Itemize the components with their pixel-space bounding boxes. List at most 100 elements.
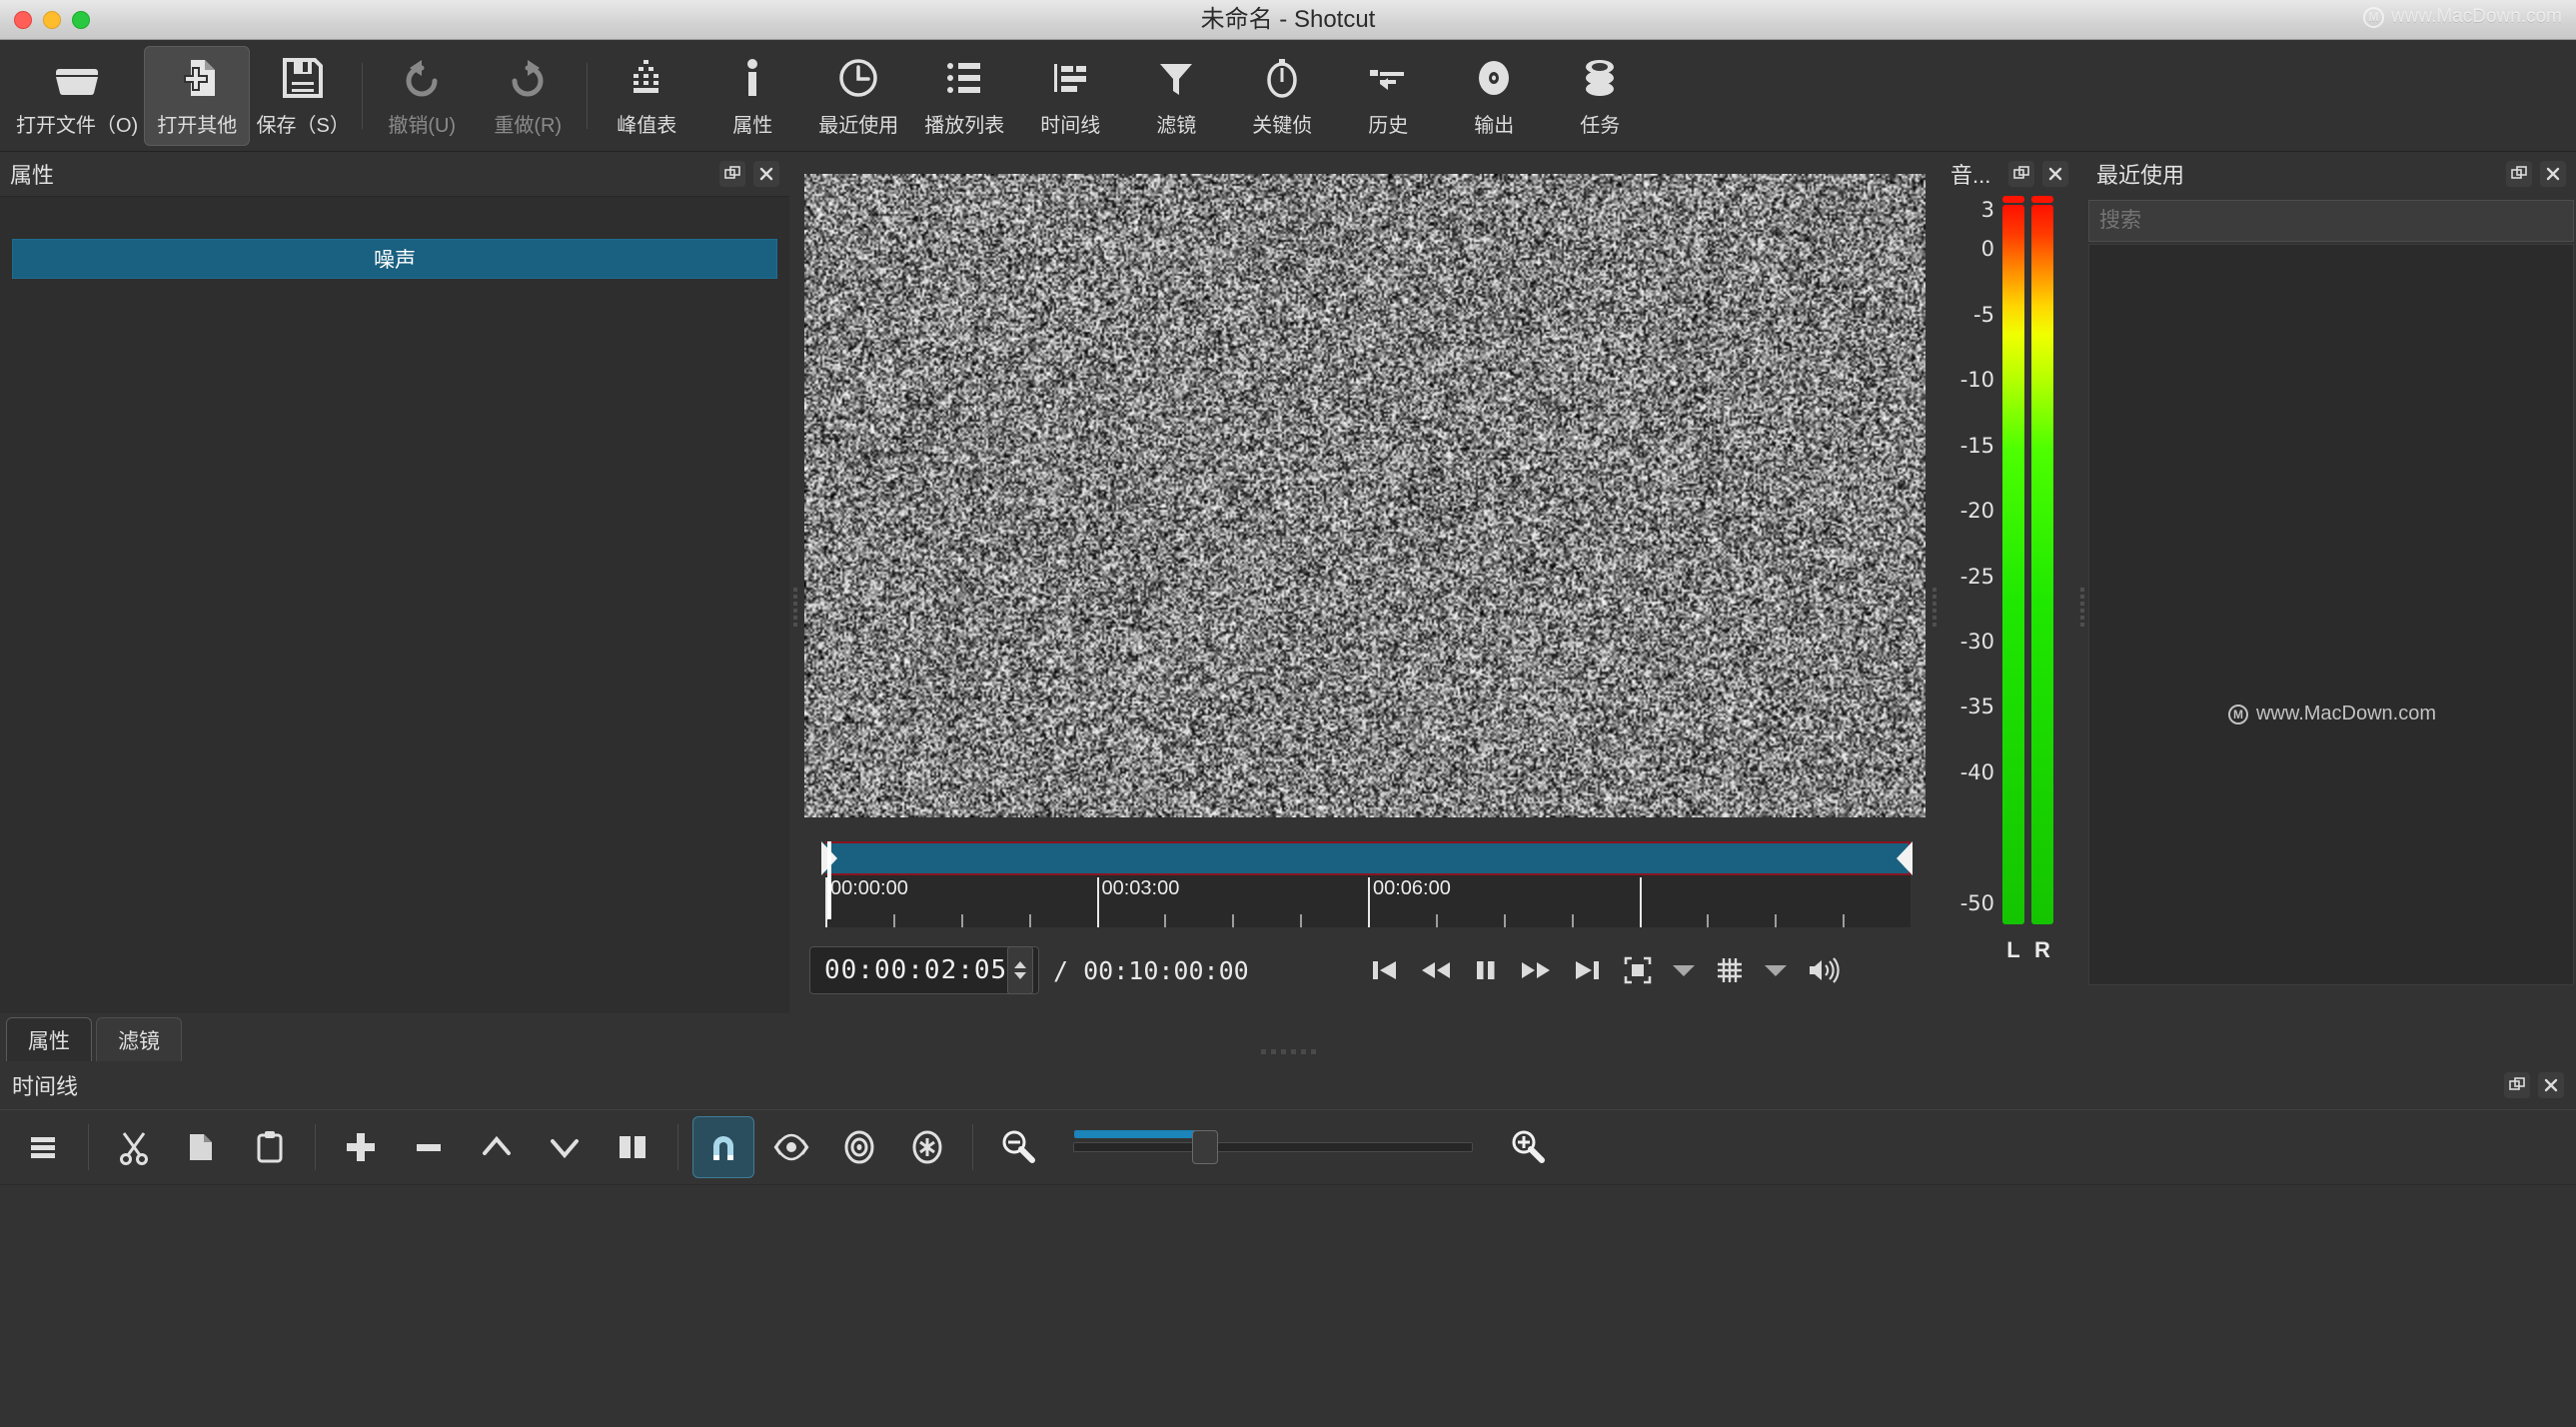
out-point-marker[interactable] — [1897, 841, 1913, 875]
properties-panel-body: 噪声 — [0, 196, 789, 1013]
toolbar-playlist-label: 播放列表 — [924, 109, 1004, 138]
fast-forward-icon[interactable] — [1519, 955, 1553, 985]
zoom-slider-track — [1073, 1142, 1473, 1152]
toolbar-open-other-label: 打开其他 — [157, 109, 237, 138]
toolbar-history-button[interactable]: 历史 — [1335, 46, 1441, 146]
zoom-fit-icon[interactable] — [1623, 955, 1653, 985]
float-window-icon[interactable] — [719, 161, 745, 187]
timecode-stepper[interactable] — [1007, 946, 1033, 994]
stepper-down-icon[interactable] — [1014, 972, 1026, 979]
meter-scale-label: -20 — [1960, 499, 1994, 523]
rewind-icon[interactable] — [1419, 955, 1453, 985]
video-preview[interactable] — [801, 166, 1929, 825]
current-timecode-field[interactable]: 00:00:02:05 — [809, 946, 1039, 994]
toolbar-timeline-label: 时间线 — [1040, 109, 1100, 138]
total-duration-value: 00:10:00:00 — [1083, 956, 1249, 985]
toolbar-separator — [88, 1124, 89, 1170]
horizontal-splitter[interactable] — [0, 1043, 2576, 1059]
zoom-in-button[interactable] — [1497, 1116, 1559, 1178]
meter-splitter[interactable] — [1929, 152, 1940, 1061]
audio-channel-left — [2002, 196, 2024, 924]
save-floppy-icon — [281, 53, 325, 103]
toolbar-redo-button[interactable]: 重做(R) — [475, 46, 581, 146]
selection-range-bar[interactable] — [825, 841, 1911, 875]
meter-scale-label: -25 — [1960, 565, 1994, 589]
toolbar-recent-button[interactable]: 最近使用 — [805, 46, 911, 146]
time-ruler[interactable]: 00:00:00 00:03:00 00:06:00 — [825, 875, 1911, 927]
chevron-down-icon[interactable] — [1673, 965, 1695, 976]
append-button[interactable] — [330, 1116, 392, 1178]
skip-previous-icon[interactable] — [1369, 955, 1399, 985]
toolbar-open-file-button[interactable]: 打开文件（O) — [10, 46, 144, 146]
timeline-icon — [1048, 53, 1092, 103]
float-window-icon[interactable] — [2506, 161, 2532, 187]
ripple-button[interactable] — [828, 1116, 890, 1178]
peak-indicator-right — [2031, 196, 2053, 203]
export-disc-icon — [1472, 53, 1516, 103]
snap-button[interactable] — [692, 1116, 754, 1178]
ripple-delete-button[interactable] — [398, 1116, 460, 1178]
toolbar-jobs-button[interactable]: 任务 — [1547, 46, 1653, 146]
toolbar-filters-button[interactable]: 滤镜 — [1123, 46, 1229, 146]
recent-items-list[interactable]: M www.MacDown.com — [2088, 244, 2574, 985]
copy-button[interactable] — [171, 1116, 233, 1178]
toolbar-keyframes-button[interactable]: 关键侦 — [1229, 46, 1335, 146]
float-window-icon[interactable] — [2504, 1072, 2530, 1098]
playlist-icon — [942, 53, 986, 103]
toolbar-save-button[interactable]: 保存（S） — [250, 46, 356, 146]
player-scrubber[interactable]: 00:00:00 00:03:00 00:06:00 — [821, 841, 1911, 927]
main-toolbar: 打开文件（O) 打开其他 保存（S） 撤销(U) 重做(R) 峰值表 属性 最近… — [0, 40, 2576, 152]
titlebar-watermark-text: www.MacDown.com — [2391, 6, 2562, 28]
history-icon — [1366, 53, 1410, 103]
ruler-tick — [1640, 877, 1642, 927]
toolbar-timeline-button[interactable]: 时间线 — [1017, 46, 1123, 146]
timeline-zoom-slider[interactable] — [1073, 1129, 1473, 1165]
overwrite-button[interactable] — [534, 1116, 596, 1178]
audio-meter-header: 音... — [1940, 152, 2078, 196]
toolbar-export-label: 输出 — [1474, 109, 1514, 138]
toolbar-undo-label: 撤销(U) — [388, 109, 456, 138]
chevron-down-icon[interactable] — [1765, 965, 1787, 976]
zoom-slider-knob[interactable] — [1192, 1130, 1218, 1164]
toolbar-undo-button[interactable]: 撤销(U) — [369, 46, 475, 146]
toolbar-export-button[interactable]: 输出 — [1441, 46, 1547, 146]
close-icon[interactable] — [2538, 1072, 2564, 1098]
float-window-icon[interactable] — [2008, 161, 2034, 187]
zoom-out-button[interactable] — [987, 1116, 1049, 1178]
grid-icon[interactable] — [1715, 955, 1745, 985]
search-input[interactable] — [2088, 200, 2574, 242]
paste-button[interactable] — [239, 1116, 301, 1178]
timeline-panel: 时间线 — [0, 1061, 2576, 1427]
toolbar-open-other-button[interactable]: 打开其他 — [144, 46, 250, 146]
splitter-grip — [1261, 1049, 1316, 1054]
stepper-up-icon[interactable] — [1014, 961, 1026, 968]
timeline-menu-button[interactable] — [12, 1116, 74, 1178]
volume-icon[interactable] — [1807, 955, 1841, 985]
left-splitter[interactable] — [789, 152, 801, 1061]
close-icon[interactable] — [2540, 161, 2566, 187]
pause-icon[interactable] — [1473, 955, 1499, 985]
ripple-all-tracks-button[interactable] — [896, 1116, 958, 1178]
close-icon[interactable] — [753, 161, 779, 187]
meter-scale-label: 3 — [1981, 198, 1994, 222]
toolbar-peak-meter-label: 峰值表 — [617, 109, 676, 138]
ruler-tick — [893, 914, 895, 927]
splitter-grip — [2080, 588, 2084, 627]
ruler-tick — [1843, 914, 1845, 927]
skip-next-icon[interactable] — [1573, 955, 1603, 985]
timeline-panel-header: 时间线 — [0, 1061, 2576, 1109]
toolbar-playlist-button[interactable]: 播放列表 — [911, 46, 1017, 146]
scrub-while-dragging-button[interactable] — [760, 1116, 822, 1178]
cut-button[interactable] — [103, 1116, 165, 1178]
playhead-marker[interactable] — [827, 841, 831, 919]
lift-button[interactable] — [466, 1116, 528, 1178]
close-icon[interactable] — [2042, 161, 2068, 187]
ruler-tick — [1300, 914, 1302, 927]
clip-name-bar[interactable]: 噪声 — [12, 239, 777, 279]
timeline-tracks-area[interactable] — [0, 1233, 2576, 1427]
split-button[interactable] — [602, 1116, 663, 1178]
toolbar-properties-button[interactable]: 属性 — [699, 46, 805, 146]
toolbar-properties-label: 属性 — [732, 109, 772, 138]
toolbar-peak-meter-button[interactable]: 峰值表 — [594, 46, 699, 146]
toolbar-separator — [972, 1124, 973, 1170]
